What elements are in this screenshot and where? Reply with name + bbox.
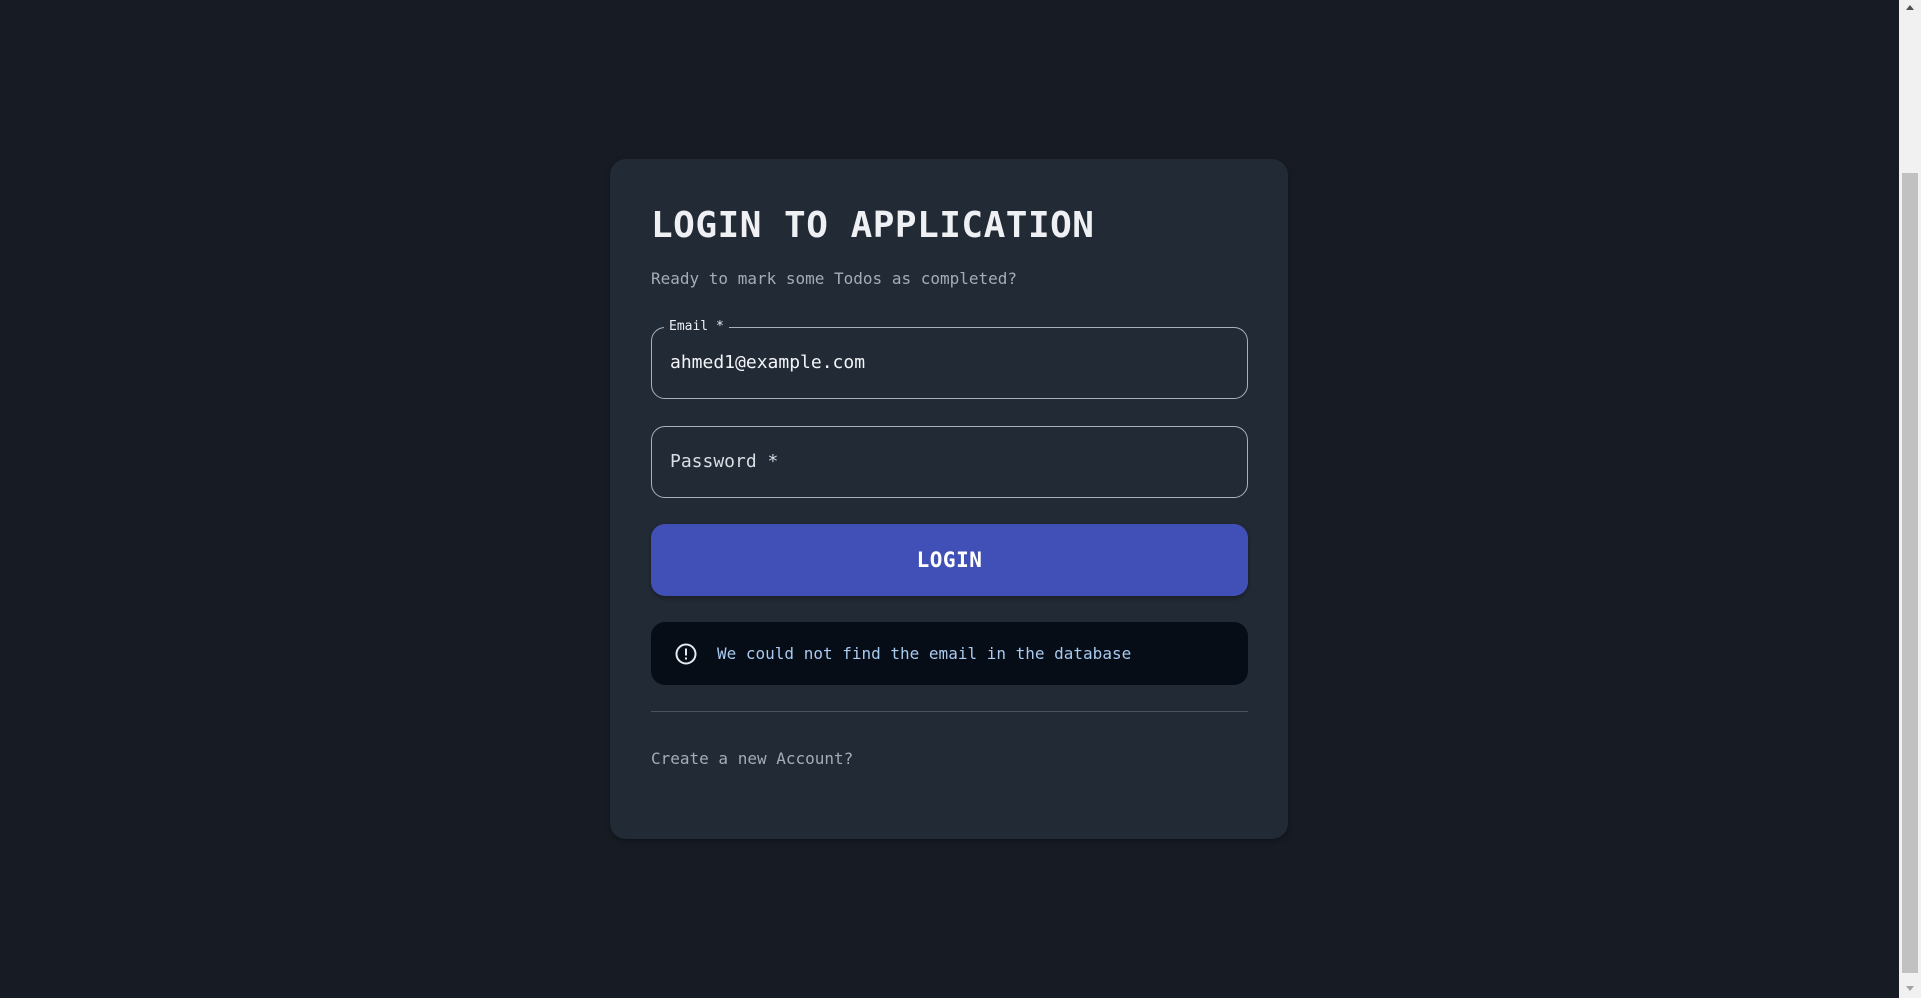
divider bbox=[651, 711, 1248, 712]
create-account-link[interactable]: Create a new Account? bbox=[651, 749, 853, 768]
scroll-down-arrow-icon bbox=[1906, 986, 1914, 991]
vertical-scrollbar[interactable] bbox=[1899, 0, 1921, 998]
scroll-up-arrow-icon bbox=[1906, 5, 1914, 10]
page-title: LOGIN TO APPLICATION bbox=[651, 205, 1095, 246]
password-field[interactable]: Password * bbox=[651, 426, 1248, 498]
error-outline-icon bbox=[675, 643, 697, 664]
login-button[interactable]: LOGIN bbox=[651, 524, 1248, 596]
email-field[interactable]: Email * ahmed1@example.com bbox=[651, 318, 1248, 399]
page-subtitle: Ready to mark some Todos as completed? bbox=[651, 269, 1018, 288]
scroll-up-button[interactable] bbox=[1899, 0, 1921, 17]
error-alert: We could not find the email in the datab… bbox=[651, 622, 1248, 685]
page-viewport: LOGIN TO APPLICATION Ready to mark some … bbox=[0, 0, 1899, 998]
login-card: LOGIN TO APPLICATION Ready to mark some … bbox=[610, 159, 1288, 839]
scroll-down-button[interactable] bbox=[1899, 981, 1921, 998]
email-input-value[interactable]: ahmed1@example.com bbox=[670, 328, 865, 398]
password-field-label: Password * bbox=[670, 451, 779, 472]
error-alert-message: We could not find the email in the datab… bbox=[717, 644, 1132, 663]
scrollbar-thumb[interactable] bbox=[1902, 173, 1918, 973]
